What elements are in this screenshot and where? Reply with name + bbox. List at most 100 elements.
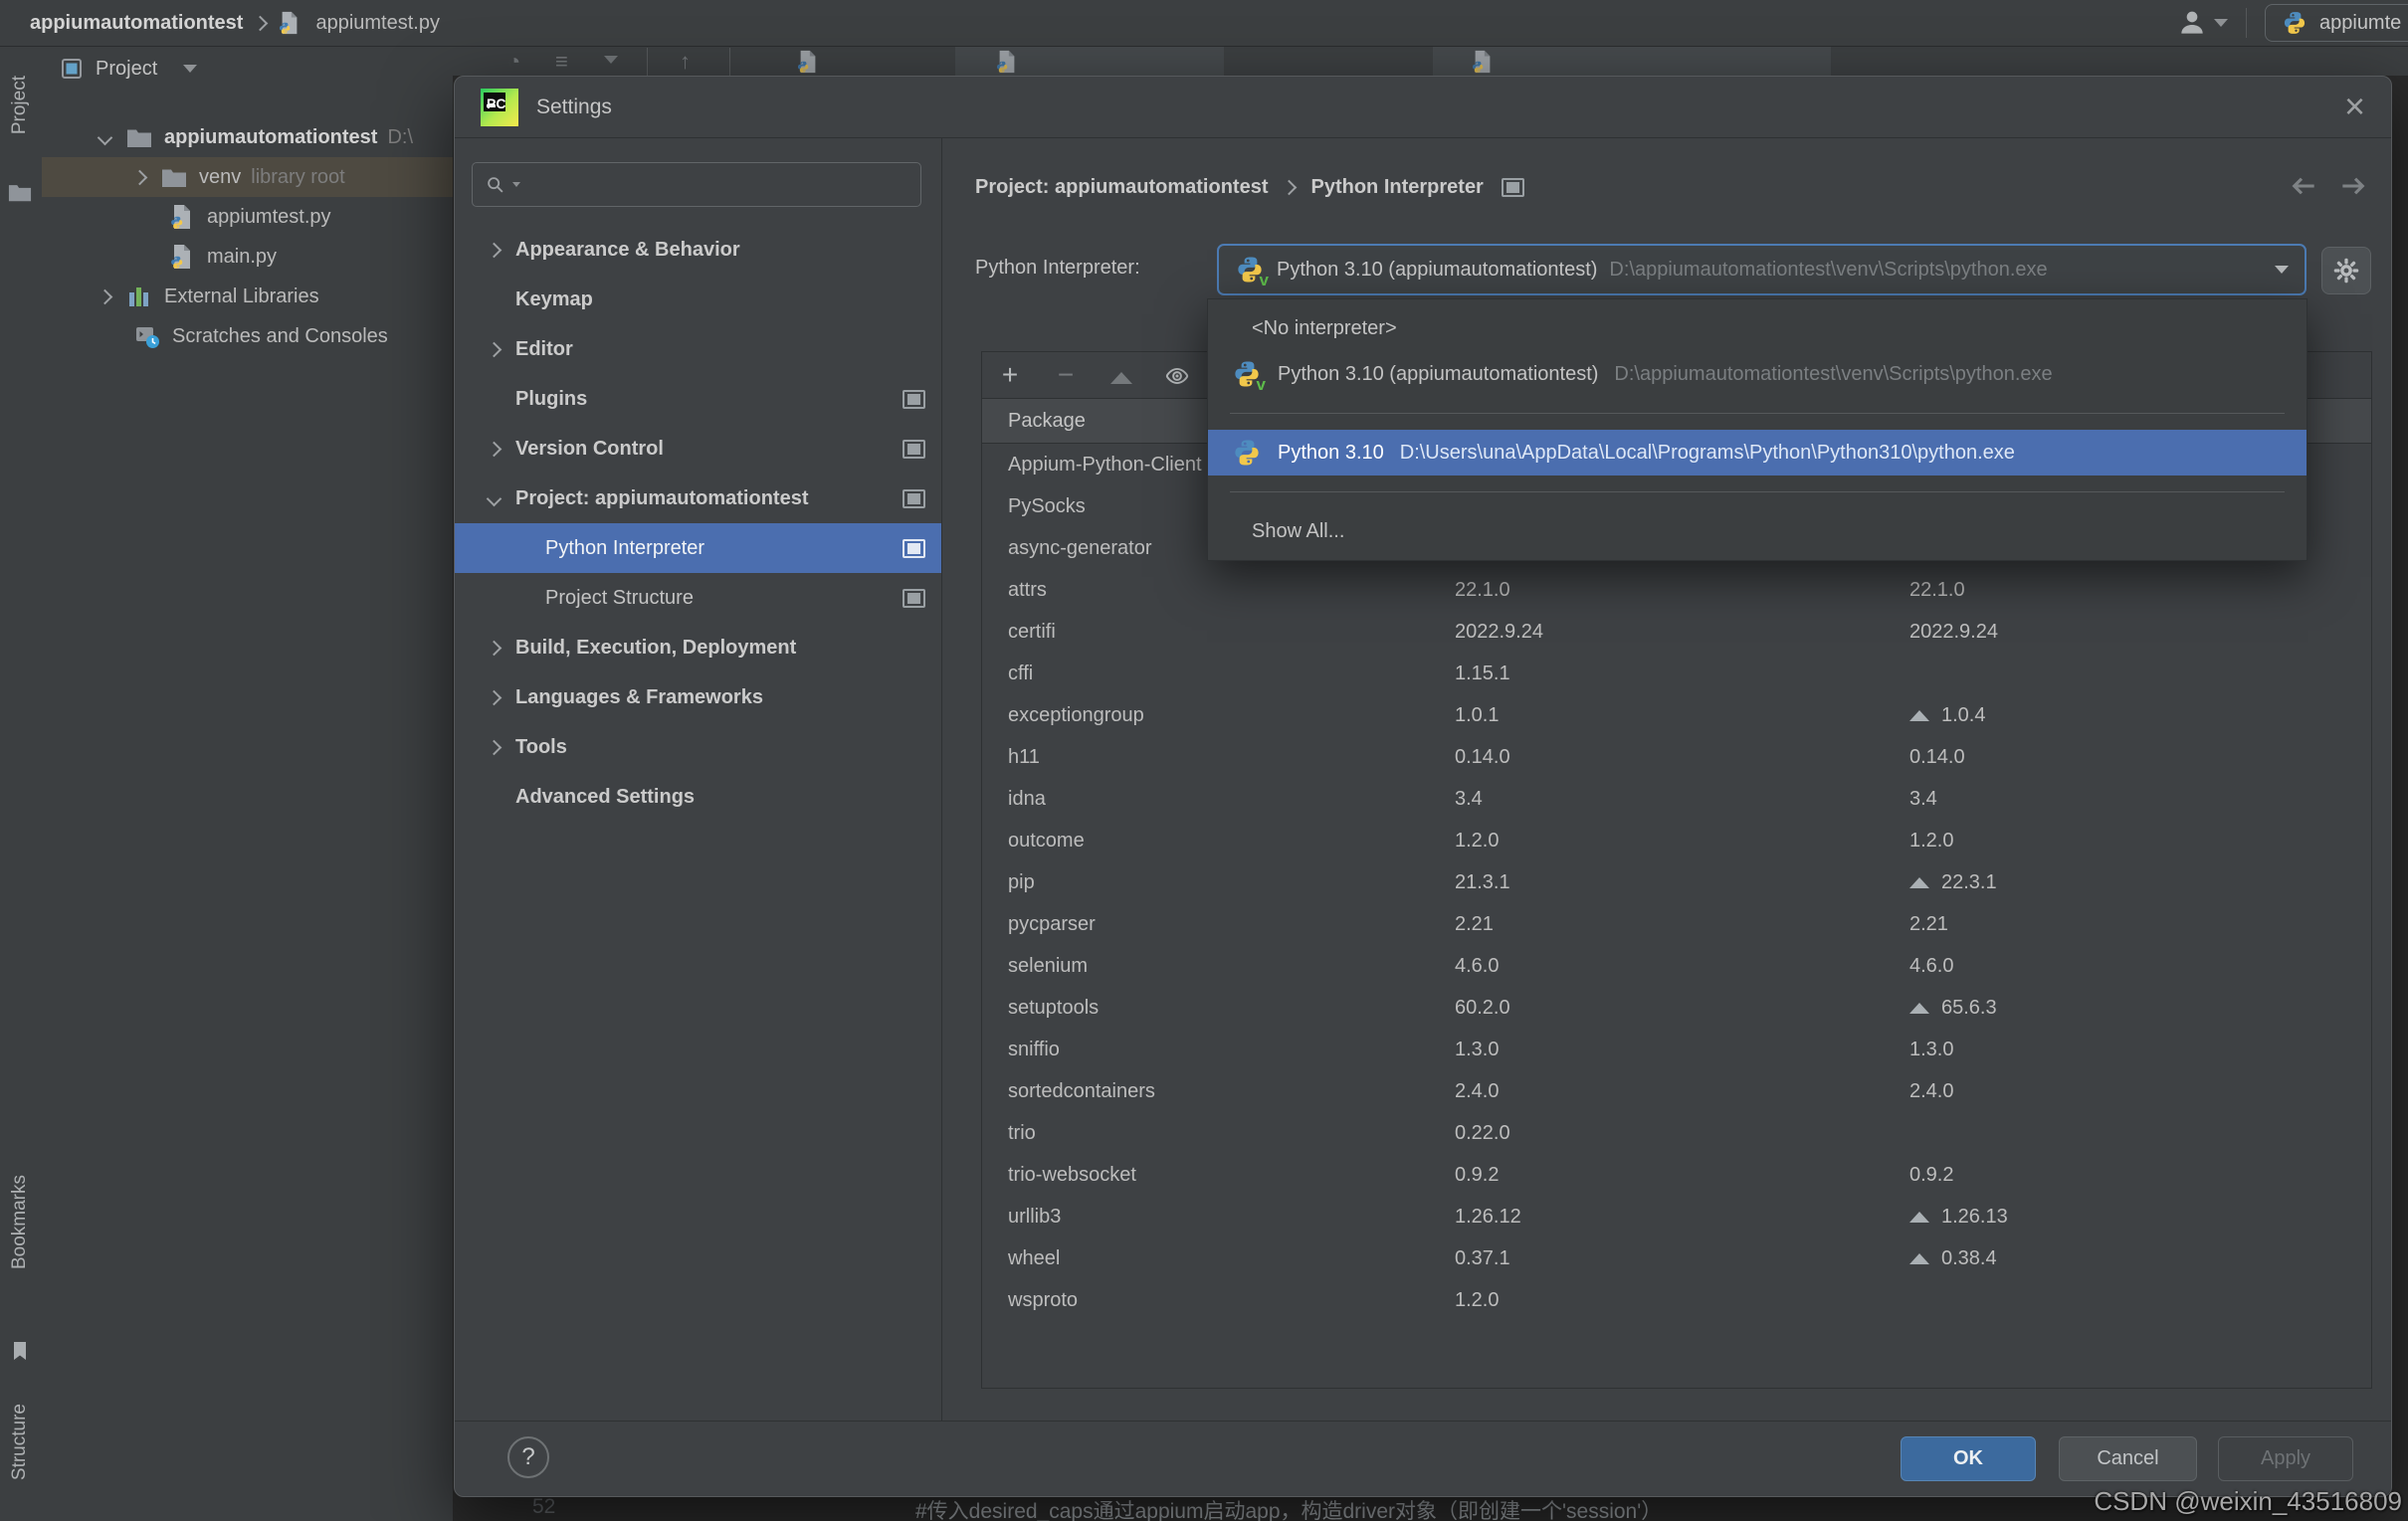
project-tree: appiumautomationtest D:\ venv library root a… bbox=[42, 117, 453, 356]
settings-search[interactable] bbox=[472, 162, 921, 207]
settings-nav-item[interactable]: Python Interpreter bbox=[455, 523, 941, 573]
table-row[interactable]: pip 21.3.1 22.3.1 bbox=[982, 861, 2371, 903]
chevron-right-icon[interactable] bbox=[486, 739, 502, 755]
settings-nav-item[interactable]: Build, Execution, Deployment bbox=[455, 623, 941, 672]
table-row[interactable]: wsproto 1.2.0 bbox=[982, 1279, 2371, 1321]
chevron-right-icon[interactable] bbox=[97, 288, 113, 304]
table-row[interactable]: selenium 4.6.0 4.6.0 bbox=[982, 945, 2371, 987]
upload-icon[interactable]: ↑ bbox=[680, 49, 691, 75]
table-row[interactable]: pycparser 2.21 2.21 bbox=[982, 903, 2371, 945]
settings-nav-item[interactable]: Project Structure bbox=[455, 573, 941, 623]
bookmark-icon[interactable] bbox=[8, 1339, 32, 1363]
project-view-caret-icon[interactable] bbox=[183, 65, 198, 73]
tool-window-button-project[interactable]: Project bbox=[9, 76, 31, 134]
table-row[interactable]: outcome 1.2.0 1.2.0 bbox=[982, 820, 2371, 861]
open-in-window-icon[interactable] bbox=[903, 588, 925, 608]
forward-icon[interactable] bbox=[2337, 170, 2369, 208]
breadcrumb-project-settings[interactable]: Project: appiumautomationtest bbox=[975, 176, 1268, 199]
help-button[interactable]: ? bbox=[507, 1436, 549, 1478]
table-row[interactable]: idna 3.4 3.4 bbox=[982, 778, 2371, 820]
package-latest-value: 2.4.0 bbox=[1909, 1079, 1954, 1102]
dropdown-caret-icon[interactable] bbox=[604, 56, 618, 64]
table-row[interactable]: cffi 1.15.1 bbox=[982, 653, 2371, 694]
dropdown-item[interactable]: <No interpreter> bbox=[1208, 305, 2307, 351]
table-row[interactable]: sniffio 1.3.0 1.3.0 bbox=[982, 1029, 2371, 1070]
chevron-right-icon[interactable] bbox=[131, 169, 148, 185]
open-in-window-icon[interactable] bbox=[903, 488, 925, 508]
run-icon[interactable]: ◔ bbox=[507, 49, 520, 75]
dropdown-item[interactable]: Show All... bbox=[1208, 508, 2307, 554]
settings-nav-item[interactable]: Tools bbox=[455, 722, 941, 772]
table-row[interactable]: certifi 2022.9.24 2022.9.24 bbox=[982, 611, 2371, 653]
table-row[interactable]: exceptiongroup 1.0.1 1.0.4 bbox=[982, 694, 2371, 736]
run-configuration-selector[interactable]: appiumte bbox=[2265, 4, 2408, 42]
settings-nav-item[interactable]: Keymap bbox=[455, 275, 941, 324]
tree-item[interactable]: main.py bbox=[42, 237, 453, 277]
interpreter-settings-button[interactable] bbox=[2321, 247, 2371, 294]
settings-nav-item[interactable]: Version Control bbox=[455, 424, 941, 474]
table-row[interactable]: urllib3 1.26.12 1.26.13 bbox=[982, 1196, 2371, 1237]
settings-nav-item[interactable]: Languages & Frameworks bbox=[455, 672, 941, 722]
tool-window-button-bookmarks[interactable]: Bookmarks bbox=[9, 1175, 31, 1269]
uninstall-package-button[interactable]: − bbox=[1038, 361, 1094, 389]
settings-nav-item[interactable]: Editor bbox=[455, 324, 941, 374]
open-in-window-icon[interactable] bbox=[903, 439, 925, 459]
table-row[interactable]: trio 0.22.0 bbox=[982, 1112, 2371, 1154]
install-package-button[interactable]: + bbox=[982, 361, 1038, 389]
breadcrumb-file[interactable]: appiumtest.py bbox=[315, 12, 440, 35]
chevron-right-icon[interactable] bbox=[486, 640, 502, 656]
user-account-icon[interactable] bbox=[2176, 7, 2208, 39]
search-input[interactable] bbox=[524, 172, 908, 197]
package-name: certifi bbox=[1008, 620, 1056, 643]
tree-item[interactable]: External Libraries bbox=[42, 277, 453, 316]
dropdown-item[interactable]: Python 3.10 D:\Users\una\AppData\Local\Pr… bbox=[1208, 430, 2307, 475]
tree-item[interactable]: venv library root bbox=[42, 157, 453, 197]
tree-item[interactable]: Scratches and Consoles bbox=[42, 316, 453, 356]
close-icon[interactable]: × bbox=[2344, 89, 2365, 124]
package-latest-value: 65.6.3 bbox=[1941, 996, 1997, 1019]
back-icon[interactable] bbox=[2288, 170, 2319, 208]
table-row[interactable]: trio-websocket 0.9.2 0.9.2 bbox=[982, 1154, 2371, 1196]
breadcrumb-page: Python Interpreter bbox=[1310, 175, 1484, 198]
table-row[interactable]: h11 0.14.0 0.14.0 bbox=[982, 736, 2371, 778]
settings-nav-item[interactable]: Advanced Settings bbox=[455, 772, 941, 822]
settings-nav-item[interactable]: Appearance & Behavior bbox=[455, 225, 941, 275]
tree-item[interactable]: appiumtest.py bbox=[42, 197, 453, 237]
combobox-caret-icon[interactable] bbox=[2275, 266, 2289, 274]
menu-icon[interactable]: ≡ bbox=[555, 49, 568, 75]
package-version: 1.15.1 bbox=[1455, 662, 1510, 684]
chevron-right-icon[interactable] bbox=[486, 441, 502, 457]
table-row[interactable]: sortedcontainers 2.4.0 2.4.0 bbox=[982, 1070, 2371, 1112]
chevron-right-icon[interactable] bbox=[486, 242, 502, 258]
table-row[interactable]: attrs 22.1.0 22.1.0 bbox=[982, 569, 2371, 611]
open-in-window-icon[interactable] bbox=[903, 538, 925, 558]
project-panel-header[interactable]: Project bbox=[42, 46, 453, 92]
tree-item[interactable]: appiumautomationtest D:\ bbox=[42, 117, 453, 157]
user-dropdown-caret-icon[interactable] bbox=[2214, 19, 2228, 27]
chevron-down-icon[interactable] bbox=[97, 129, 113, 145]
package-version: 1.26.12 bbox=[1455, 1205, 1521, 1228]
breadcrumb-project[interactable]: appiumautomationtest bbox=[30, 12, 243, 35]
dropdown-item[interactable]: Python 3.10 (appiumautomationtest) D:\app… bbox=[1208, 351, 2307, 397]
show-early-releases-button[interactable] bbox=[1149, 361, 1205, 390]
table-row[interactable]: wheel 0.37.1 0.38.4 bbox=[982, 1237, 2371, 1279]
settings-nav-item[interactable]: Project: appiumautomationtest bbox=[455, 474, 941, 523]
folder-icon[interactable] bbox=[8, 180, 32, 204]
ok-button[interactable]: OK bbox=[1901, 1436, 2036, 1481]
chevron-right-icon[interactable] bbox=[486, 341, 502, 357]
table-row[interactable]: setuptools 60.2.0 65.6.3 bbox=[982, 987, 2371, 1029]
search-options-caret-icon[interactable] bbox=[512, 182, 520, 187]
tool-window-button-structure[interactable]: Structure bbox=[9, 1404, 31, 1480]
package-name: wsproto bbox=[1008, 1288, 1079, 1311]
chevron-down-icon[interactable] bbox=[486, 490, 502, 506]
package-name: pycparser bbox=[1008, 912, 1096, 935]
open-in-window-icon[interactable] bbox=[1501, 177, 1524, 197]
package-latest: 22.3.1 bbox=[1909, 871, 2371, 894]
settings-nav-item[interactable]: Plugins bbox=[455, 374, 941, 424]
interpreter-combobox[interactable]: Python 3.10 (appiumautomationtest) D:\ap… bbox=[1217, 244, 2307, 295]
cancel-button[interactable]: Cancel bbox=[2059, 1436, 2197, 1481]
apply-button[interactable]: Apply bbox=[2218, 1436, 2353, 1481]
open-in-window-icon[interactable] bbox=[903, 389, 925, 409]
chevron-right-icon[interactable] bbox=[486, 689, 502, 705]
upgrade-package-button[interactable] bbox=[1094, 361, 1149, 389]
